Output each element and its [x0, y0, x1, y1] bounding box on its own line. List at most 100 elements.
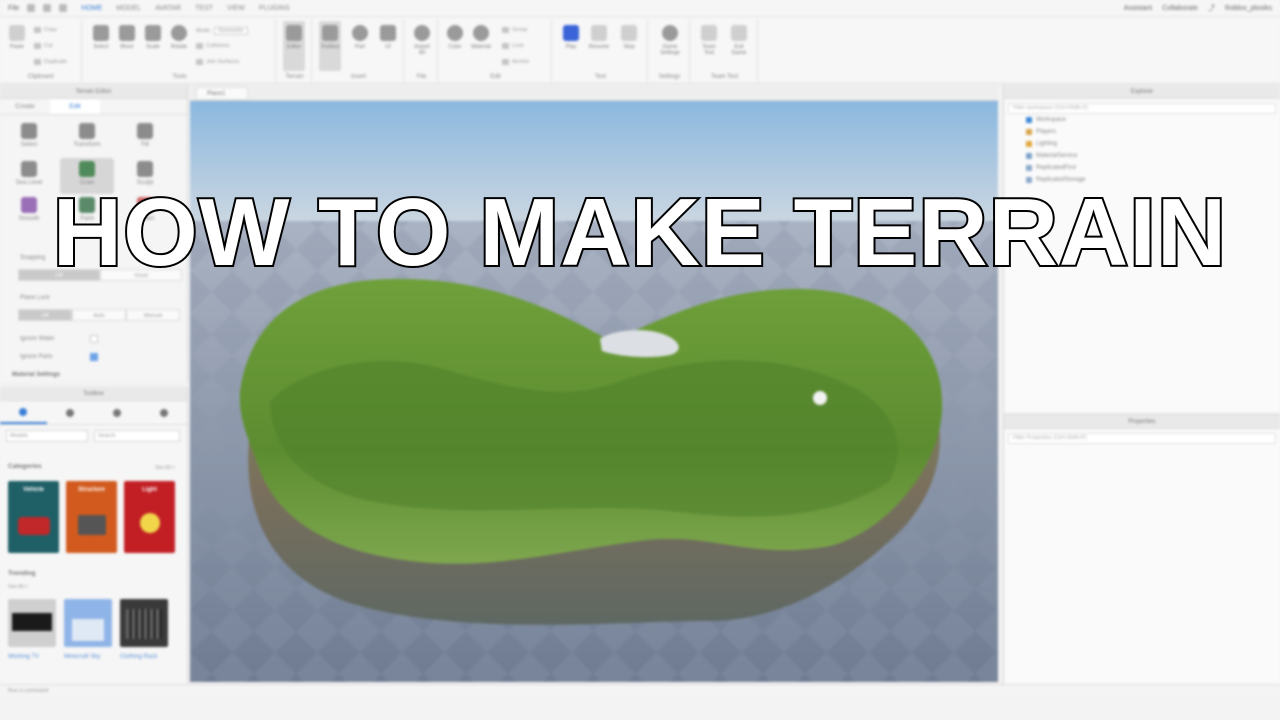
trending-see-all[interactable]: See All > — [8, 584, 28, 590]
tab-inventory[interactable] — [47, 401, 94, 424]
ui-button[interactable]: UI — [377, 25, 399, 50]
rack-icon — [126, 609, 162, 639]
exit-game-button[interactable]: Exit Game — [728, 25, 750, 56]
trending-name-2[interactable]: Minecraft Sky — [64, 653, 116, 661]
properties-title: Properties — [1004, 415, 1280, 429]
stop-button[interactable]: Stop — [618, 25, 640, 50]
material-settings-header[interactable]: Material Settings — [12, 372, 60, 378]
plane-lock-manual[interactable]: Manual — [126, 309, 180, 321]
tab-recent[interactable] — [94, 401, 141, 424]
file-menu[interactable]: File — [8, 5, 19, 12]
brush-icon — [79, 161, 95, 177]
properties-filter-input[interactable]: Filter Properties (Ctrl+Shift+P) — [1008, 433, 1276, 444]
group-button[interactable]: Group — [502, 27, 527, 33]
explorer-title: Explorer — [1004, 85, 1280, 99]
category-card-light[interactable]: Light — [124, 481, 175, 553]
material-button[interactable]: Material — [470, 25, 492, 50]
settings-group: Game Settings Settings — [650, 19, 690, 82]
user-menu[interactable]: Roblox_plosiks — [1225, 5, 1272, 12]
resume-client-button[interactable]: Resume — [588, 25, 610, 50]
redo-icon[interactable] — [59, 4, 68, 12]
play-button[interactable]: Play — [560, 25, 582, 50]
toolbox-icon — [322, 25, 338, 41]
save-icon[interactable] — [27, 4, 36, 12]
assistant-button[interactable]: Assistant — [1124, 5, 1152, 12]
team-test-button[interactable]: Team Test — [698, 25, 720, 56]
category-card-structure[interactable]: Structure — [66, 481, 117, 553]
collaborate-button[interactable]: Collaborate — [1162, 5, 1198, 12]
share-icon[interactable]: ⤴ — [1208, 3, 1215, 13]
properties-panel: Properties Filter Properties (Ctrl+Shift… — [1003, 414, 1280, 684]
part-button[interactable]: Part — [349, 25, 371, 50]
transform-tool[interactable]: Transform — [66, 123, 108, 148]
ribbon: Paste Copy Cut Duplicate Clipboard Selec… — [0, 17, 1280, 84]
tab-plugins[interactable]: PLUGINS — [259, 5, 290, 12]
players-icon — [1026, 129, 1032, 135]
collisions-toggle[interactable]: Collisions — [196, 43, 230, 49]
terrain-editor-title: Terrain Editor — [0, 85, 187, 99]
undo-icon[interactable] — [43, 4, 52, 12]
cut-button[interactable]: Cut — [34, 43, 53, 49]
explorer-item-players[interactable]: Players — [1026, 129, 1056, 135]
plane-lock-off[interactable]: Off — [18, 309, 72, 321]
select-tool[interactable]: Select — [8, 123, 50, 148]
explorer-item-lighting[interactable]: Lighting — [1026, 141, 1057, 147]
terrain-tabs: Create Edit — [0, 99, 187, 115]
tab-marketplace[interactable] — [0, 401, 47, 424]
edit-group: Color Material Group Lock Anchor Edit — [440, 19, 552, 82]
command-bar[interactable]: Run a command — [0, 684, 1280, 698]
explorer-filter-input[interactable]: Filter workspace (Ctrl+Shift+X) — [1008, 103, 1276, 114]
ignore-parts-checkbox[interactable] — [90, 353, 98, 361]
fill-tool[interactable]: Fill — [124, 123, 166, 148]
blurred-background: File HOME MODEL AVATAR TEST VIEW PLUGINS… — [0, 0, 1280, 720]
ignore-parts-label: Ignore Parts — [20, 354, 53, 360]
tab-creations[interactable] — [140, 401, 187, 424]
toolbox-search-input[interactable]: Search — [94, 430, 180, 442]
terrain-editor-button[interactable]: Editor — [283, 21, 305, 71]
join-surfaces-toggle[interactable]: Join Surfaces — [196, 59, 239, 65]
toolbox-button[interactable]: Toolbox — [319, 21, 341, 71]
viewport-tabs: Place1 — [190, 85, 998, 101]
tab-model[interactable]: MODEL — [116, 5, 141, 12]
rotate-button[interactable]: Rotate — [168, 25, 190, 50]
explorer-item-materialservice[interactable]: MaterialService — [1026, 153, 1077, 159]
explorer-item-replicatedfirst[interactable]: ReplicatedFirst — [1026, 165, 1076, 171]
import-3d-button[interactable]: Import 3D — [411, 25, 433, 56]
game-settings-button[interactable]: Game Settings — [659, 25, 681, 56]
material-icon — [473, 25, 489, 41]
categories-label: Categories — [8, 463, 42, 470]
trending-thumb-1[interactable] — [8, 599, 56, 647]
tab-edit[interactable]: Edit — [50, 99, 100, 114]
scale-button[interactable]: Scale — [142, 25, 164, 50]
tab-home[interactable]: HOME — [81, 5, 102, 12]
tab-avatar[interactable]: AVATAR — [155, 5, 181, 12]
mode-select[interactable]: Mode: Geometric — [196, 27, 248, 35]
copy-button[interactable]: Copy — [34, 27, 57, 33]
tab-test[interactable]: TEST — [195, 5, 213, 12]
tv-icon — [12, 613, 52, 631]
play-icon — [563, 25, 579, 41]
move-button[interactable]: Move — [116, 25, 138, 50]
explorer-item-workspace[interactable]: Workspace — [1026, 117, 1066, 123]
duplicate-button[interactable]: Duplicate — [34, 59, 67, 65]
color-icon — [447, 25, 463, 41]
tab-place1[interactable]: Place1 — [196, 87, 248, 100]
color-button[interactable]: Color — [444, 25, 466, 50]
trending-thumb-3[interactable] — [120, 599, 168, 647]
tab-create[interactable]: Create — [0, 99, 50, 114]
ignore-water-label: Ignore Water — [20, 336, 55, 342]
lock-button[interactable]: Lock — [502, 43, 524, 49]
category-card-vehicle[interactable]: Vehicle — [8, 481, 59, 553]
anchor-button[interactable]: Anchor — [502, 59, 529, 65]
tab-view[interactable]: VIEW — [227, 5, 245, 12]
plane-lock-auto[interactable]: Auto — [72, 309, 126, 321]
trending-thumb-2[interactable] — [64, 599, 112, 647]
paste-button[interactable]: Paste — [6, 25, 28, 50]
select-button[interactable]: Select — [90, 25, 112, 50]
categories-see-all[interactable]: See All > — [155, 465, 175, 471]
trending-name-3[interactable]: Clothing Rack — [120, 653, 172, 661]
trending-name-1[interactable]: Working TV — [8, 653, 60, 661]
menu-bar: File HOME MODEL AVATAR TEST VIEW PLUGINS… — [0, 0, 1280, 17]
category-dropdown[interactable]: Models — [6, 430, 88, 442]
ignore-water-checkbox[interactable] — [90, 335, 98, 343]
